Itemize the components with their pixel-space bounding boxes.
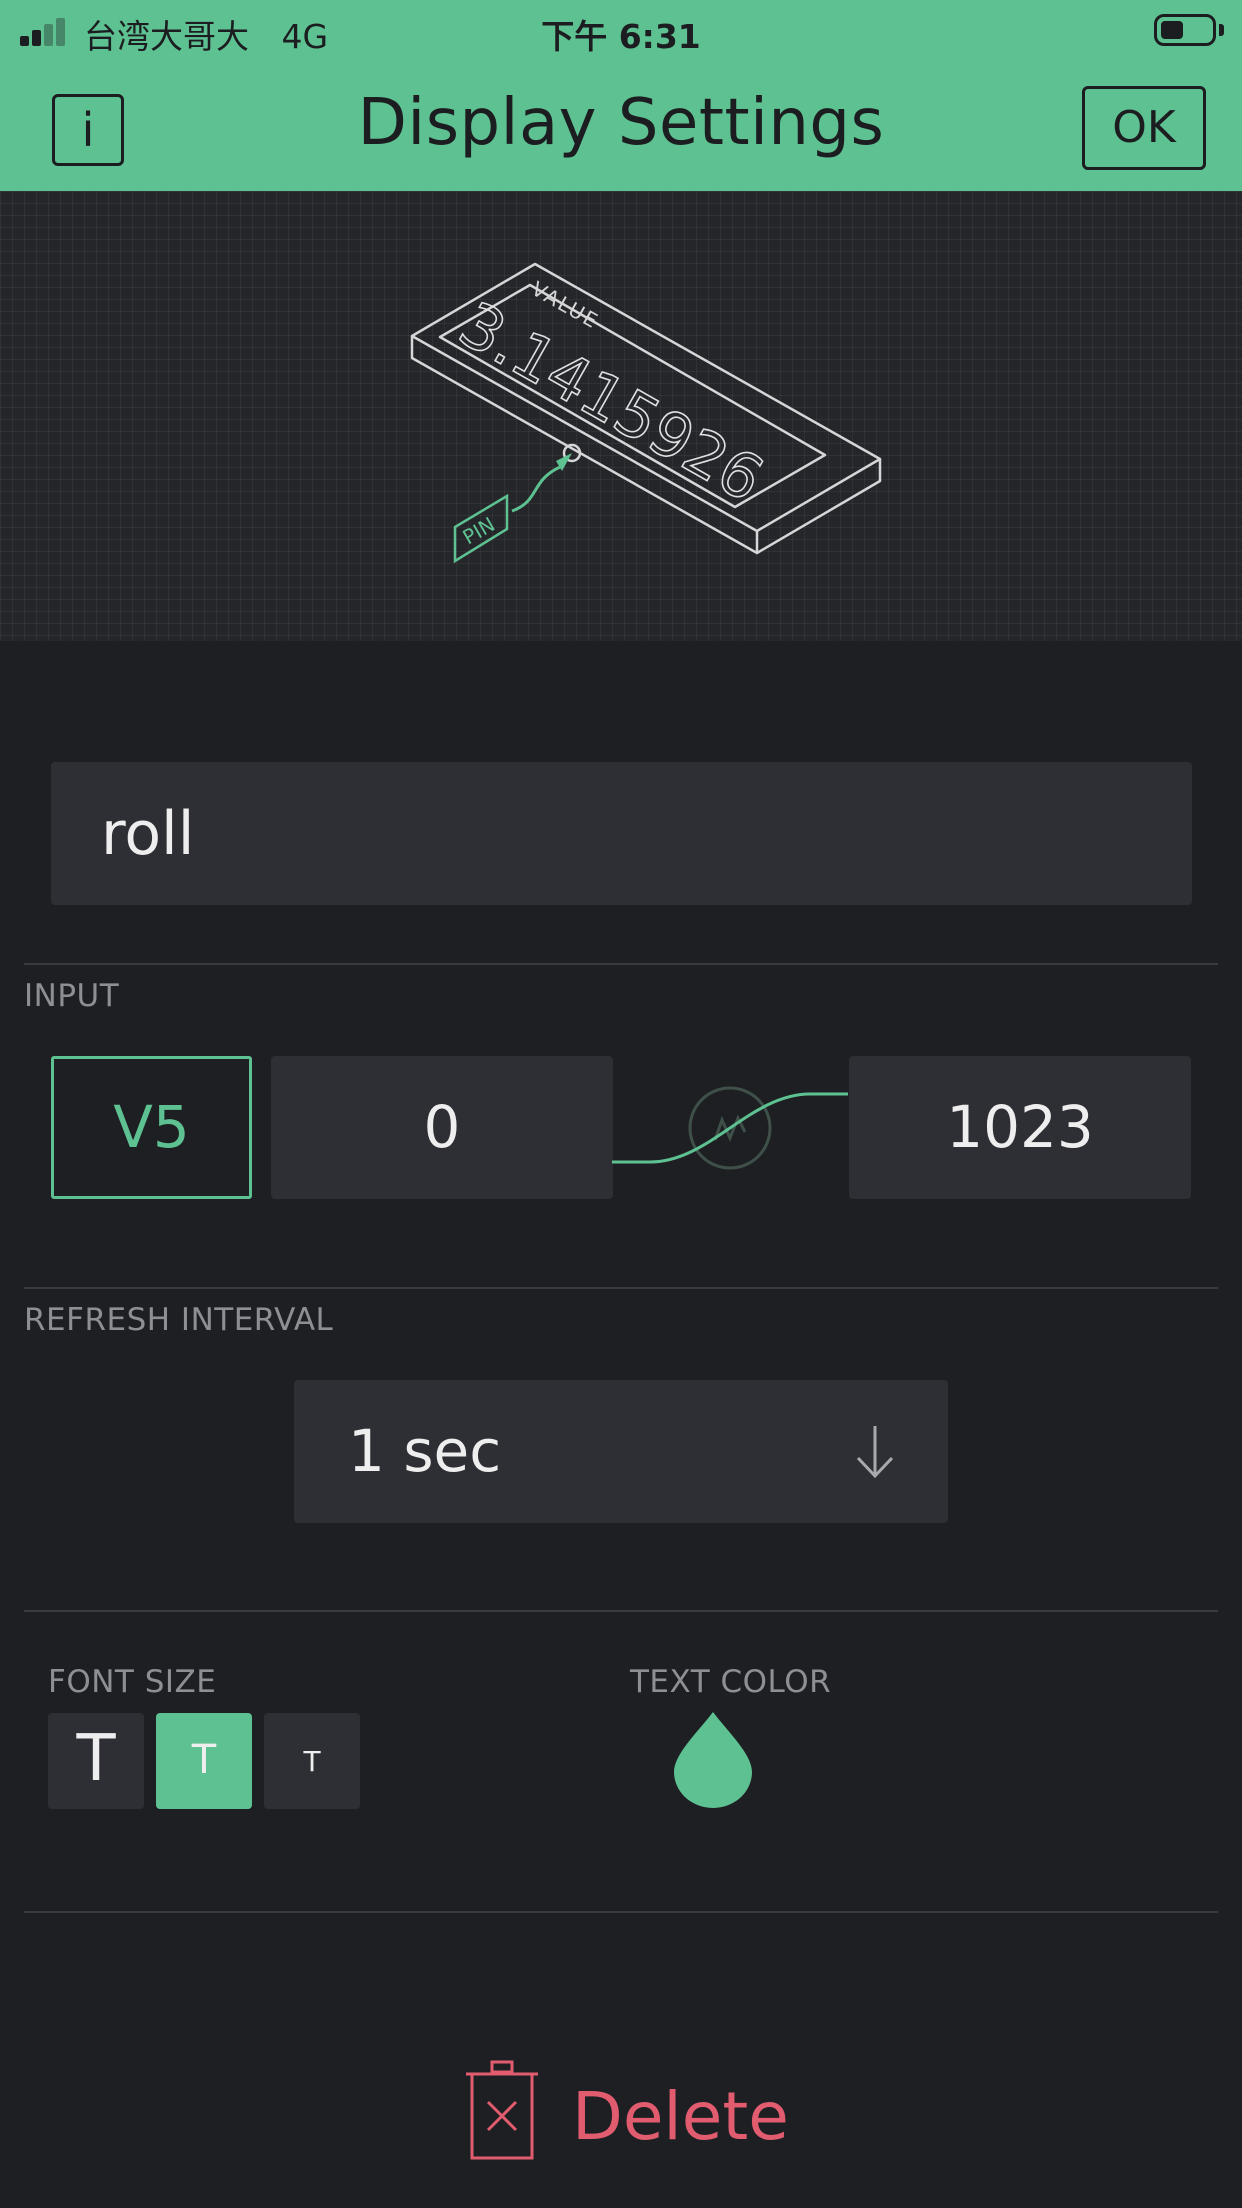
arrow-down-icon [856, 1426, 894, 1479]
text-color-label: TEXT COLOR [630, 1664, 832, 1700]
preview-pin-caption: PIN [459, 512, 500, 549]
range-mapping-curve [612, 1086, 848, 1170]
divider [24, 1610, 1218, 1612]
font-size-label: FONT SIZE [48, 1664, 217, 1700]
battery-nub [1219, 24, 1224, 36]
app-header: 台湾大哥大 4G 下午 6:31 i Display Settings OK [0, 0, 1242, 191]
font-size-medium-button[interactable]: T [156, 1713, 252, 1809]
widget-preview: VALUE 3.1415926 PIN [0, 191, 1242, 641]
font-size-large-button[interactable]: T [48, 1713, 144, 1809]
refresh-interval-label: REFRESH INTERVAL [24, 1302, 334, 1338]
delete-label: Delete [572, 2078, 789, 2155]
value-display-illustration: VALUE 3.1415926 PIN [410, 262, 882, 564]
trash-icon [466, 2060, 538, 2160]
divider [24, 963, 1218, 965]
refresh-interval-dropdown[interactable]: 1 sec [294, 1380, 948, 1523]
pin-selector[interactable]: V5 [51, 1056, 252, 1199]
divider [24, 1287, 1218, 1289]
divider [24, 1911, 1218, 1913]
status-time: 下午 6:31 [541, 17, 701, 56]
refresh-interval-value: 1 sec [348, 1417, 502, 1485]
min-value-field[interactable]: 0 [271, 1056, 613, 1199]
font-size-small-button[interactable]: T [264, 1713, 360, 1809]
preview-sample-value: 3.1415926 [448, 288, 776, 517]
widget-name-input[interactable] [51, 762, 1192, 905]
status-bar: 台湾大哥大 4G 下午 6:31 [0, 0, 1242, 62]
page-title: Display Settings [357, 86, 885, 160]
delete-button[interactable]: Delete [464, 2060, 789, 2184]
text-color-drop-icon[interactable] [672, 1710, 754, 1810]
input-section-label: INPUT [24, 978, 120, 1014]
max-value-field[interactable]: 1023 [849, 1056, 1191, 1199]
ok-button[interactable]: OK [1082, 86, 1206, 170]
battery-icon [1154, 14, 1216, 46]
